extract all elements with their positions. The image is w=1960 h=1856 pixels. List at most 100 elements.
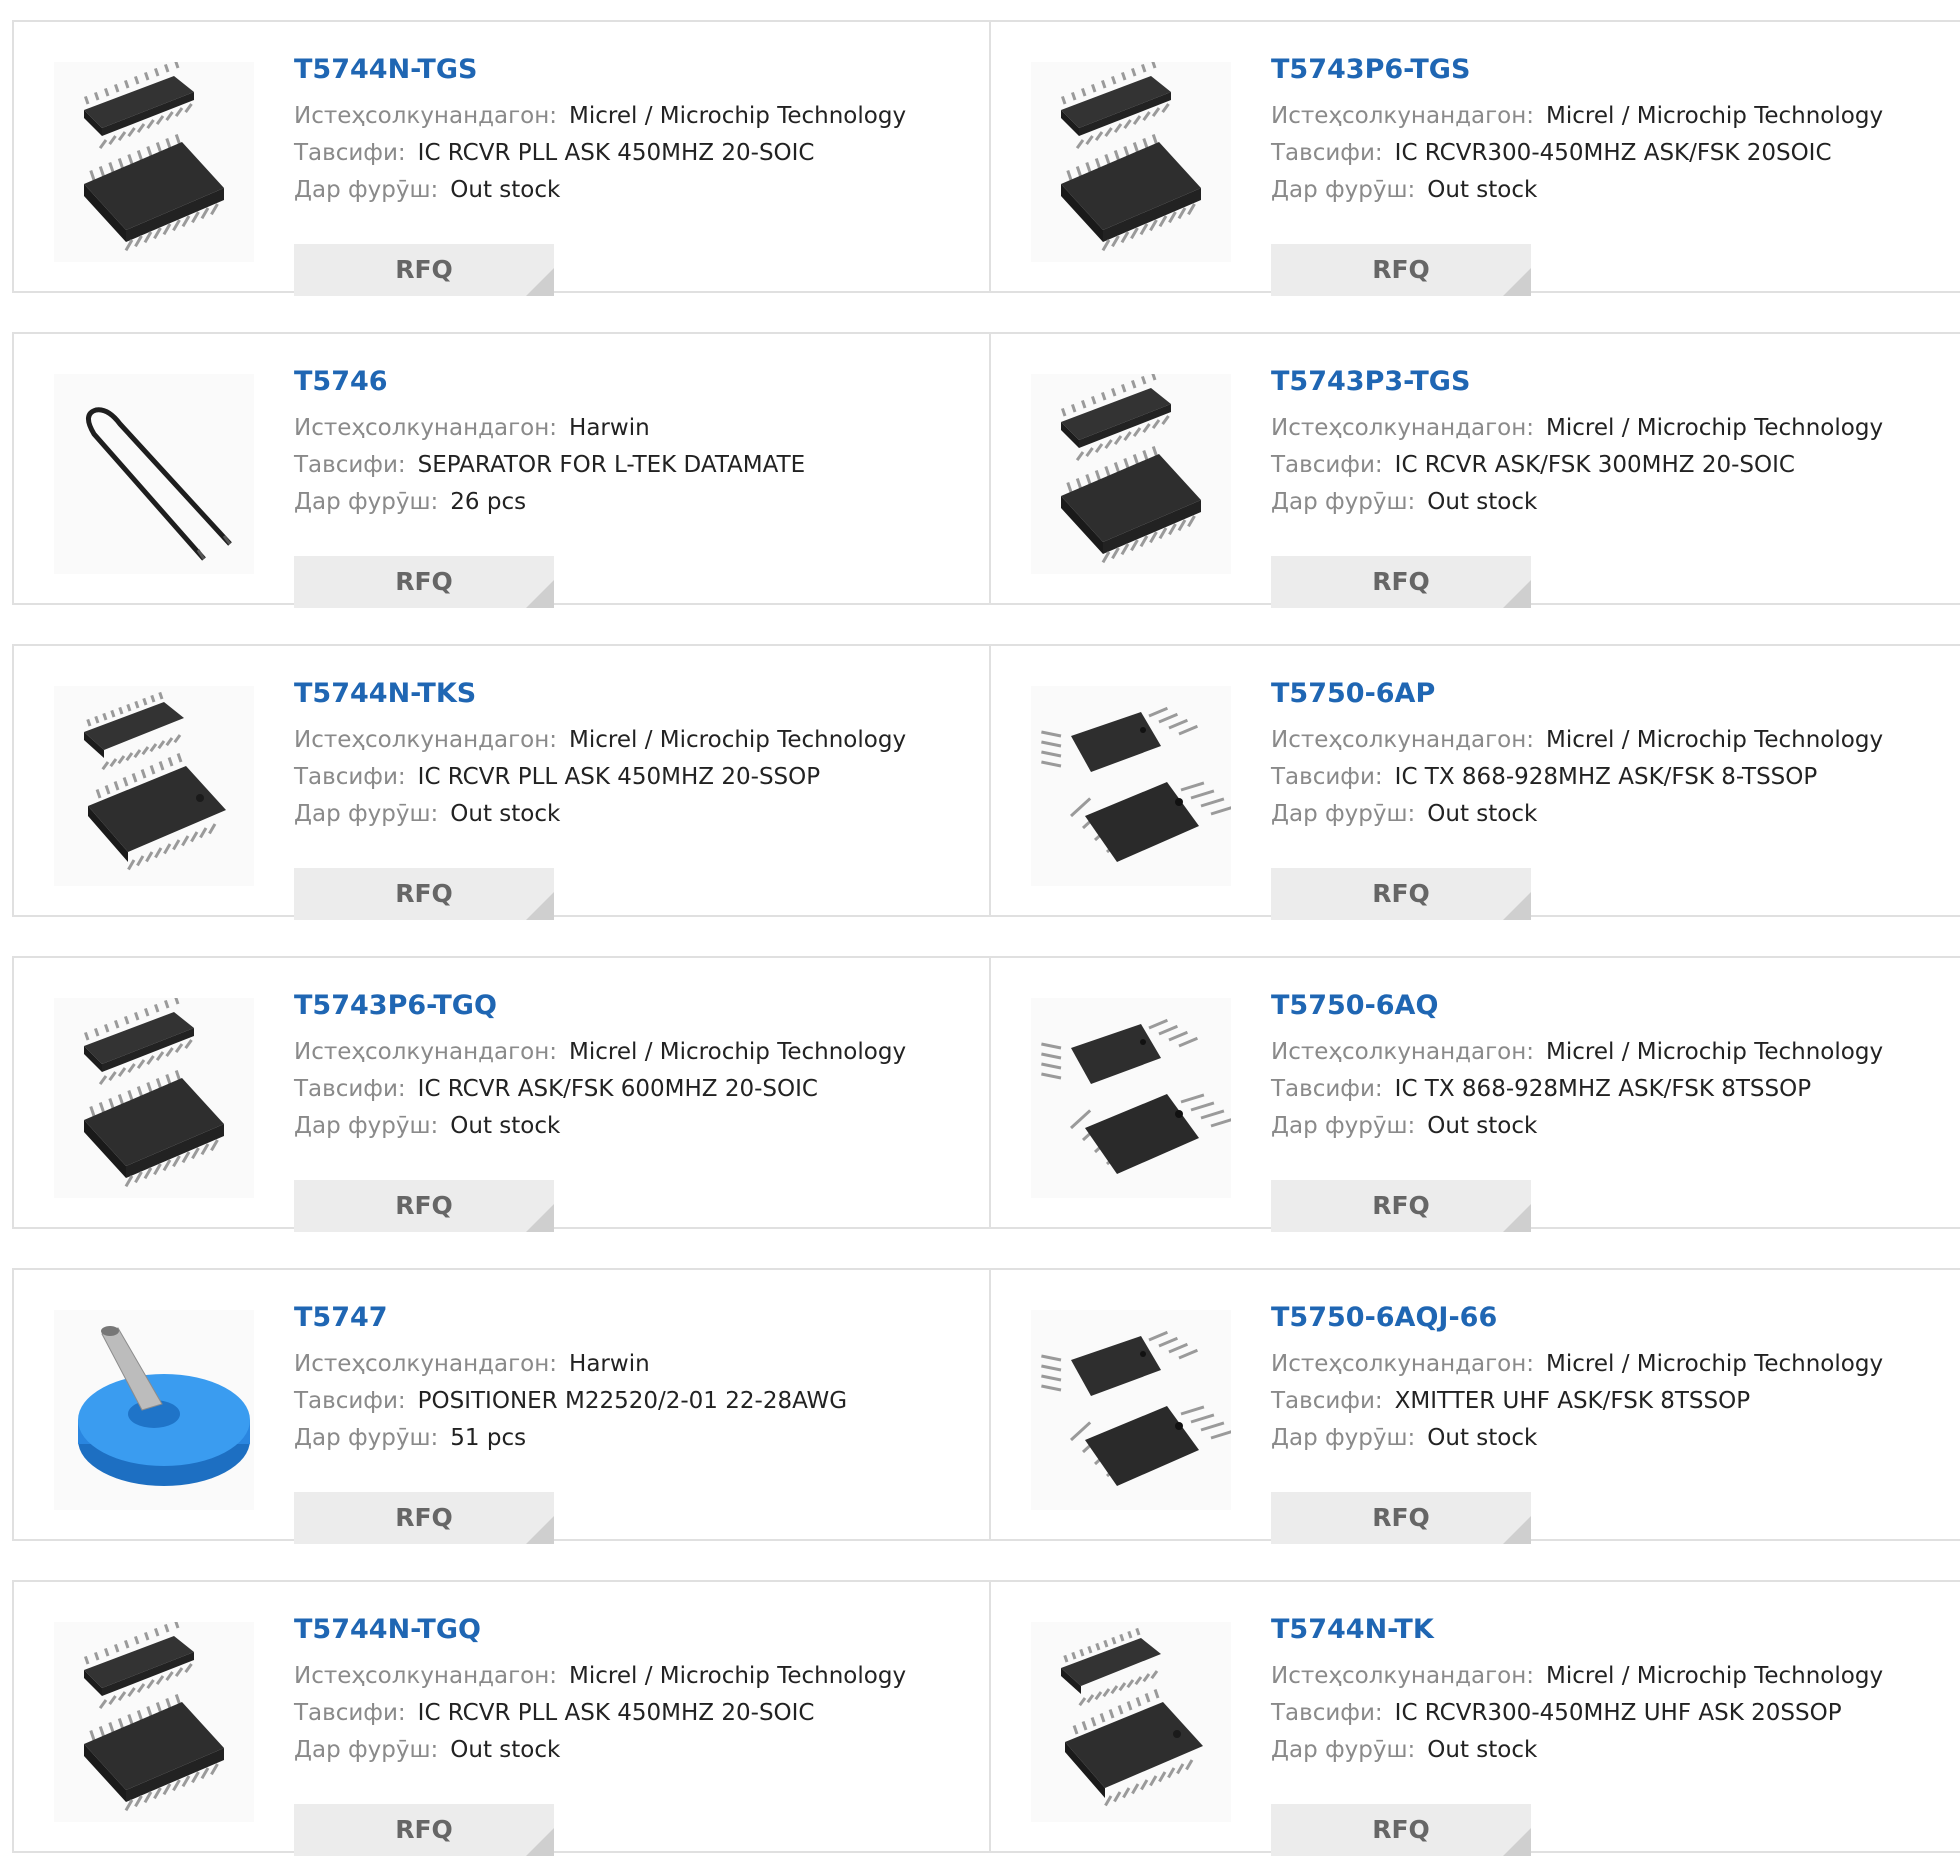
tssop8-chip-image[interactable] <box>1031 686 1231 886</box>
stock-value: Out stock <box>450 1113 561 1139</box>
soic20-chip-image[interactable] <box>54 1622 254 1822</box>
rfq-button[interactable]: RFQ <box>294 1180 554 1232</box>
manufacturer-label: Истеҳсолкунандагон: <box>1271 727 1535 753</box>
part-number-link[interactable]: T5750-6AP <box>1271 676 1883 712</box>
rfq-button[interactable]: RFQ <box>294 556 554 608</box>
stock-row: Дар фурӯш: Out stock <box>294 172 906 209</box>
part-number-link[interactable]: T5750-6AQ <box>1271 988 1883 1024</box>
rfq-corner-decoration <box>1503 1204 1531 1232</box>
manufacturer-value: Micrel / Microchip Technology <box>1546 415 1884 441</box>
description-row: Тавсифи: IC RCVR PLL ASK 450MHZ 20-SOIC <box>294 135 906 172</box>
product-card: T5750-6AQ Истеҳсолкунандагон: Micrel / Mi… <box>991 958 1960 1232</box>
manufacturer-label: Истеҳсолкунандагон: <box>294 1663 558 1689</box>
stock-value: Out stock <box>1427 1425 1538 1451</box>
description-value: SEPARATOR FOR L-TEK DATAMATE <box>417 452 806 478</box>
separator-tool-image[interactable] <box>54 374 254 574</box>
product-row: T5747 Истеҳсолкунандагон: Harwin Тавсифи:… <box>12 1268 1960 1544</box>
stock-label: Дар фурӯш: <box>294 1425 439 1451</box>
product-info: T5750-6AQ Истеҳсолкунандагон: Micrel / Mi… <box>1271 988 1884 1232</box>
product-info: T5743P6-TGS Истеҳсолкунандагон: Micrel / … <box>1271 52 1883 296</box>
positioner-image[interactable] <box>54 1310 254 1510</box>
product-card: T5743P6-TGS Истеҳсолкунандагон: Micrel / … <box>991 22 1960 296</box>
rfq-button[interactable]: RFQ <box>1271 244 1531 296</box>
manufacturer-label: Истеҳсолкунандагон: <box>294 103 558 129</box>
stock-label: Дар фурӯш: <box>1271 801 1416 827</box>
tssop8-chip-image[interactable] <box>1031 1310 1231 1510</box>
description-label: Тавсифи: <box>294 1076 406 1102</box>
manufacturer-label: Истеҳсолкунандагон: <box>294 1351 558 1377</box>
soic20-chip-image[interactable] <box>1031 374 1231 574</box>
product-info: T5744N-TKS Истеҳсолкунандагон: Micrel / M… <box>294 676 906 920</box>
rfq-button-label: RFQ <box>395 1191 453 1220</box>
part-number-link[interactable]: T5744N-TKS <box>294 676 906 712</box>
rfq-corner-decoration <box>526 892 554 920</box>
rfq-button[interactable]: RFQ <box>1271 1804 1531 1856</box>
product-info: T5744N-TGQ Истеҳсолкунандагон: Micrel / M… <box>294 1612 906 1856</box>
product-card: T5750-6AQJ-66 Истеҳсолкунандагон: Micrel … <box>991 1270 1960 1544</box>
manufacturer-label: Истеҳсолкунандагон: <box>1271 1663 1535 1689</box>
product-info: T5746 Истеҳсолкунандагон: Harwin Тавсифи:… <box>294 364 806 608</box>
rfq-corner-decoration <box>526 268 554 296</box>
stock-label: Дар фурӯш: <box>1271 489 1416 515</box>
rfq-button[interactable]: RFQ <box>294 1492 554 1544</box>
rfq-button[interactable]: RFQ <box>294 868 554 920</box>
tssop8-chip-image[interactable] <box>1031 998 1231 1198</box>
product-info: T5750-6AP Истеҳсолкунандагон: Micrel / Mi… <box>1271 676 1883 920</box>
product-card: T5744N-TKS Истеҳсолкунандагон: Micrel / M… <box>14 646 991 920</box>
stock-label: Дар фурӯш: <box>1271 1737 1416 1763</box>
description-row: Тавсифи: IC RCVR PLL ASK 450MHZ 20-SOIC <box>294 1695 906 1732</box>
rfq-corner-decoration <box>526 580 554 608</box>
part-number-link[interactable]: T5746 <box>294 364 805 400</box>
description-value: IC TX 868-928MHZ ASK/FSK 8TSSOP <box>1394 1076 1812 1102</box>
part-number-link[interactable]: T5744N-TGS <box>294 52 906 88</box>
manufacturer-row: Истеҳсолкунандагон: Harwin <box>294 410 805 447</box>
product-card: T5750-6AP Истеҳсолкунандагон: Micrel / Mi… <box>991 646 1960 920</box>
rfq-button[interactable]: RFQ <box>1271 1492 1531 1544</box>
stock-label: Дар фурӯш: <box>294 177 439 203</box>
description-row: Тавсифи: IC RCVR300-450MHZ UHF ASK 20SSOP <box>1271 1695 1883 1732</box>
manufacturer-label: Истеҳсолкунандагон: <box>1271 1039 1535 1065</box>
ssop20-chip-image[interactable] <box>54 686 254 886</box>
stock-label: Дар фурӯш: <box>294 801 439 827</box>
rfq-corner-decoration <box>1503 892 1531 920</box>
rfq-button[interactable]: RFQ <box>294 1804 554 1856</box>
part-number-link[interactable]: T5743P3-TGS <box>1271 364 1883 400</box>
rfq-corner-decoration <box>526 1516 554 1544</box>
description-label: Тавсифи: <box>1271 764 1383 790</box>
manufacturer-label: Истеҳсолкунандагон: <box>294 727 558 753</box>
soic20-chip-image[interactable] <box>54 62 254 262</box>
description-row: Тавсифи: IC RCVR ASK/FSK 300MHZ 20-SOIC <box>1271 447 1883 484</box>
rfq-button[interactable]: RFQ <box>1271 556 1531 608</box>
description-value: IC RCVR PLL ASK 450MHZ 20-SOIC <box>417 140 815 166</box>
stock-row: Дар фурӯш: 26 pcs <box>294 484 805 521</box>
part-number-link[interactable]: T5744N-TK <box>1271 1612 1883 1648</box>
part-number-link[interactable]: T5750-6AQJ-66 <box>1271 1300 1883 1336</box>
soic20-chip-image[interactable] <box>54 998 254 1198</box>
stock-value: Out stock <box>1427 1113 1538 1139</box>
rfq-button[interactable]: RFQ <box>1271 868 1531 920</box>
manufacturer-value: Micrel / Microchip Technology <box>1546 727 1884 753</box>
manufacturer-value: Micrel / Microchip Technology <box>1546 1039 1884 1065</box>
manufacturer-row: Истеҳсолкунандагон: Micrel / Microchip Te… <box>1271 1346 1883 1383</box>
rfq-button[interactable]: RFQ <box>294 244 554 296</box>
part-number-link[interactable]: T5743P6-TGS <box>1271 52 1883 88</box>
ssop20-chip-image[interactable] <box>1031 1622 1231 1822</box>
description-label: Тавсифи: <box>294 452 406 478</box>
rfq-button[interactable]: RFQ <box>1271 1180 1531 1232</box>
product-info: T5750-6AQJ-66 Истеҳсолкунандагон: Micrel … <box>1271 1300 1883 1544</box>
rfq-button-label: RFQ <box>1372 255 1430 284</box>
manufacturer-row: Истеҳсолкунандагон: Micrel / Microchip Te… <box>1271 722 1883 759</box>
part-number-link[interactable]: T5744N-TGQ <box>294 1612 906 1648</box>
manufacturer-row: Истеҳсолкунандагон: Micrel / Microchip Te… <box>294 1034 906 1071</box>
stock-value: 51 pcs <box>450 1425 527 1451</box>
part-number-link[interactable]: T5747 <box>294 1300 847 1336</box>
manufacturer-value: Harwin <box>569 415 650 441</box>
stock-row: Дар фурӯш: Out stock <box>1271 1108 1883 1145</box>
part-number-link[interactable]: T5743P6-TGQ <box>294 988 906 1024</box>
soic20-chip-image[interactable] <box>1031 62 1231 262</box>
description-value: IC RCVR ASK/FSK 600MHZ 20-SOIC <box>417 1076 818 1102</box>
product-row: T5744N-TGQ Истеҳсолкунандагон: Micrel / M… <box>12 1580 1960 1856</box>
description-row: Тавсифи: IC RCVR300-450MHZ ASK/FSK 20SOIC <box>1271 135 1883 172</box>
stock-value: 26 pcs <box>450 489 527 515</box>
product-card: T5744N-TGQ Истеҳсолкунандагон: Micrel / M… <box>14 1582 991 1856</box>
